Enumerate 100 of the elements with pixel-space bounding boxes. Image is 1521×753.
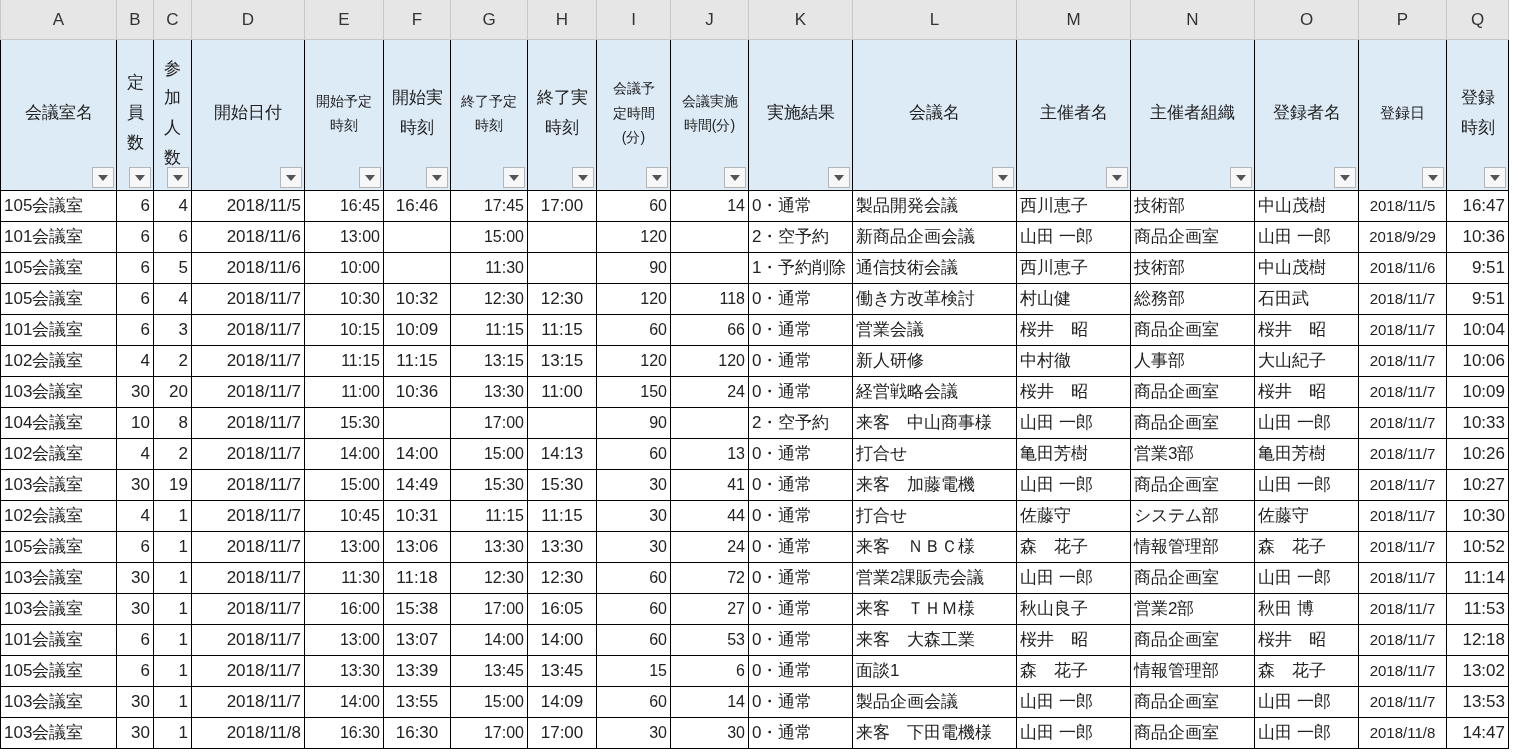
filter-dropdown-button[interactable] — [1484, 167, 1506, 188]
table-cell: 15:00 — [483, 228, 524, 245]
table-cell: 2018/11/7 — [1369, 290, 1436, 307]
column-letter[interactable]: J — [670, 0, 749, 40]
table-cell: 11:30 — [485, 259, 524, 276]
table-cell: 30 — [649, 507, 667, 524]
table-cell: 17:00 — [483, 414, 524, 431]
table-cell: 10:04 — [1462, 320, 1505, 339]
table-cell: 1 — [178, 537, 188, 556]
column-letter[interactable]: C — [153, 0, 192, 40]
filter-dropdown-button[interactable] — [828, 167, 850, 188]
filter-dropdown-button[interactable] — [1230, 167, 1252, 188]
table-cell: 101会議室 — [4, 227, 84, 246]
table-cell: 10 — [131, 413, 150, 432]
column-letter[interactable]: Q — [1446, 0, 1509, 40]
table-cell: 2018/11/7 — [226, 692, 301, 711]
table-cell: 13:30 — [483, 383, 524, 400]
table-cell: 4 — [140, 506, 150, 525]
table-cell: 情報管理部 — [1134, 537, 1219, 556]
table-cell: 2018/11/5 — [226, 196, 301, 215]
filter-dropdown-button[interactable] — [992, 167, 1014, 188]
table-cell: 105会議室 — [4, 661, 84, 680]
table-cell: 17:45 — [483, 197, 524, 214]
table-cell: 53 — [727, 631, 745, 648]
table-cell: 10:30 — [339, 290, 380, 307]
table-cell: 44 — [727, 507, 745, 524]
table-cell: 森 花子 — [1020, 661, 1088, 680]
table-cell: 山田 一郎 — [1258, 475, 1331, 494]
table-cell: 15:38 — [395, 599, 439, 618]
table-cell: 西川恵子 — [1020, 196, 1088, 215]
table-cell: 11:15 — [341, 352, 380, 369]
column-letter[interactable]: E — [304, 0, 384, 40]
table-cell: 森 花子 — [1258, 537, 1326, 556]
table-cell: 12:30 — [540, 568, 584, 587]
filter-dropdown-button[interactable] — [280, 167, 302, 188]
table-cell: 10:00 — [339, 259, 380, 276]
table-cell: 6 — [140, 227, 150, 246]
table-cell: 10:09 — [395, 320, 439, 339]
table-cell: 4 — [140, 351, 150, 370]
table-cell: 4 — [140, 444, 150, 463]
table-cell: 60 — [649, 693, 667, 710]
table-cell: 90 — [649, 414, 667, 431]
filter-dropdown-button[interactable] — [92, 167, 114, 188]
filter-dropdown-button[interactable] — [1106, 167, 1128, 188]
table-cell: 10:15 — [339, 321, 380, 338]
column-letter[interactable]: F — [383, 0, 451, 40]
table-cell: 30 — [131, 723, 150, 742]
filter-dropdown-button[interactable] — [503, 167, 525, 188]
table-cell: 情報管理部 — [1134, 661, 1219, 680]
filter-dropdown-button[interactable] — [646, 167, 668, 188]
column-letter[interactable]: K — [748, 0, 853, 40]
table-cell: 103会議室 — [4, 382, 84, 401]
table-cell: 山田 一郎 — [1258, 568, 1331, 587]
filter-dropdown-button[interactable] — [167, 167, 189, 188]
table-cell: 桜井 昭 — [1258, 382, 1326, 401]
filter-dropdown-button[interactable] — [359, 167, 381, 188]
table-cell: 製品企画会議 — [856, 692, 958, 711]
table-cell: 13:00 — [339, 538, 380, 555]
table-cell: 山田 一郎 — [1020, 723, 1093, 742]
column-letter[interactable]: I — [596, 0, 671, 40]
column-letter[interactable]: M — [1016, 0, 1131, 40]
column-letter[interactable]: L — [852, 0, 1017, 40]
filter-dropdown-button[interactable] — [1422, 167, 1444, 188]
column-letter[interactable]: N — [1130, 0, 1255, 40]
table-cell: 16:00 — [339, 600, 380, 617]
table-cell: 0・通常 — [752, 630, 813, 649]
column-header: 主催者名 — [1039, 102, 1108, 125]
table-cell: 27 — [727, 600, 745, 617]
column-letter[interactable]: A — [0, 0, 117, 40]
filter-dropdown-button[interactable] — [572, 167, 594, 188]
table-cell: 13:07 — [395, 630, 439, 649]
column-letter[interactable]: P — [1358, 0, 1447, 40]
table-cell: 亀田芳樹 — [1020, 444, 1088, 463]
column-letter[interactable]: B — [116, 0, 154, 40]
table-cell: 60 — [649, 197, 667, 214]
table-cell: 10:52 — [1462, 537, 1505, 556]
table-cell: 山田 一郎 — [1020, 227, 1093, 246]
table-cell: 30 — [131, 568, 150, 587]
column-letter[interactable]: H — [527, 0, 597, 40]
column-header: 会議予定時間(分) — [612, 79, 655, 148]
table-cell: 101会議室 — [4, 630, 84, 649]
column-letter[interactable]: O — [1254, 0, 1359, 40]
table-cell: 30 — [649, 538, 667, 555]
filter-dropdown-button[interactable] — [724, 167, 746, 188]
table-cell: 6 — [140, 661, 150, 680]
filter-dropdown-button[interactable] — [1334, 167, 1356, 188]
filter-dropdown-button[interactable] — [129, 167, 151, 188]
filter-dropdown-button[interactable] — [426, 167, 448, 188]
caret-icon — [1112, 174, 1122, 181]
column-letter[interactable]: G — [450, 0, 528, 40]
column-letter[interactable]: D — [191, 0, 305, 40]
table-cell: 大山紀子 — [1258, 351, 1326, 370]
table-cell: 4 — [178, 289, 188, 308]
table-cell: 2・空予約 — [752, 227, 830, 246]
table-cell: 11:18 — [396, 568, 438, 587]
table-cell: 6 — [140, 630, 150, 649]
table-cell: 1 — [178, 568, 188, 587]
caret-icon — [365, 174, 375, 181]
table-cell: 14 — [727, 197, 745, 214]
caret-icon — [1490, 174, 1500, 181]
